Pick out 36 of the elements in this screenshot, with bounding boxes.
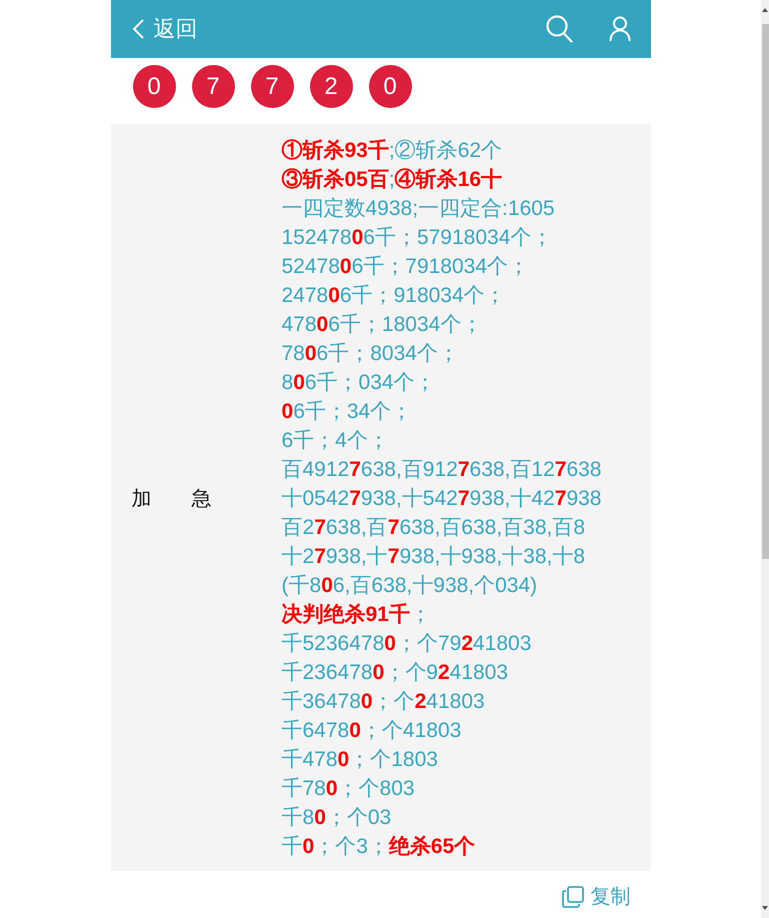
copy-icon [562,886,584,908]
scroll-up-arrow-icon[interactable] [762,8,768,12]
prediction-line: ③斩杀05百;④斩杀16十 [282,167,502,193]
prediction-line: 806千；034个； [282,370,436,396]
prediction-line: 7806千；8034个； [282,341,459,367]
prediction-line: 千52364780；个79241803 [282,631,532,657]
user-icon[interactable] [608,16,630,42]
prediction-line: 百27638,百7638,百638,百38,百8 [282,515,586,541]
row-label: 加 急 [132,486,212,512]
prediction-line: 06千；34个； [282,399,412,425]
prediction-line: 千80；个03 [282,805,392,831]
prediction-line: 千0；个3；绝杀65个 [282,834,476,860]
prediction-line: 千364780；个241803 [282,689,485,715]
prediction-line: 十05427938,十5427938,十427938 [282,486,602,512]
prediction-line: 47806千；18034个； [282,312,482,338]
back-button[interactable]: 返回 [132,18,198,40]
scrollbar[interactable] [761,0,769,918]
copy-button[interactable]: 复制 [562,885,630,909]
prediction-line: 247806千；918034个； [282,283,506,309]
prediction-line: 千64780；个41803 [282,718,462,744]
scrollbar-thumb[interactable] [762,24,768,559]
prediction-line: 6千；4个； [282,428,389,454]
prediction-line: 5247806千；7918034个； [282,254,530,280]
prediction-line: ①斩杀93千;②斩杀62个 [282,138,502,164]
prediction-line: 十27938,十7938,十938,十38,十8 [282,544,586,570]
prediction-line: 千4780；个1803 [282,747,438,773]
search-icon[interactable] [546,15,572,43]
chevron-left-icon [132,19,144,39]
prediction-line: 千780；个803 [282,776,415,802]
prediction-line: 千2364780；个9241803 [282,660,508,686]
prediction-line: (千806,百638,十938,个034) [282,573,538,599]
prediction-line: 百49127638,百9127638,百127638 [282,457,602,483]
prediction-line: 一四定数4938;一四定合:1605 [282,196,555,222]
prediction-line: 15247806千；57918034个； [282,225,552,251]
prediction-line: 决判绝杀91千； [282,602,431,628]
scroll-down-arrow-icon[interactable] [762,906,768,910]
